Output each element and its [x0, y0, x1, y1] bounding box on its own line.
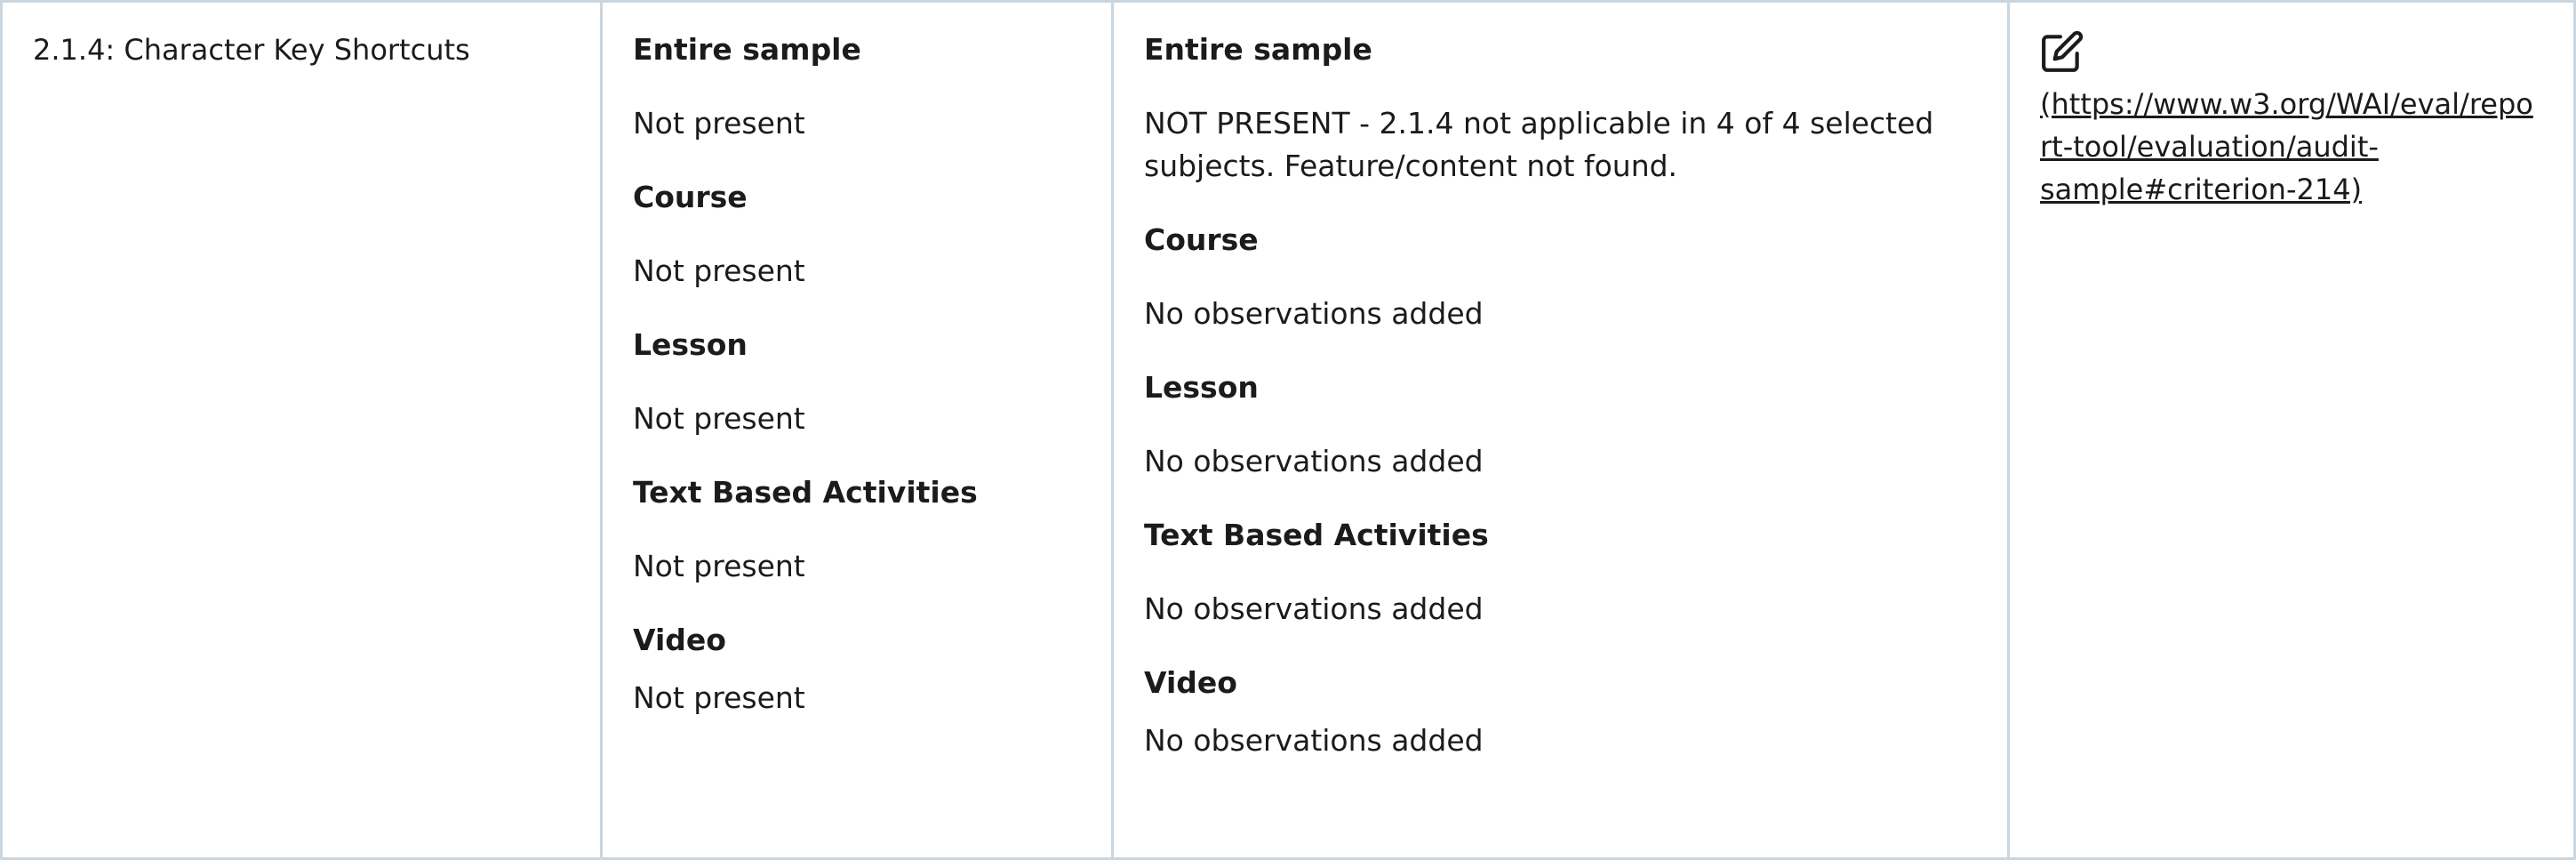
criterion-cell: 2.1.4: Character Key Shortcuts — [3, 3, 603, 857]
observation-title: Lesson — [1144, 370, 1259, 405]
result-group-course: Course Not present — [633, 177, 1081, 293]
result-title: Text Based Activities — [633, 475, 978, 510]
result-value: Not present — [633, 549, 805, 583]
result-title: Video — [633, 623, 726, 657]
observation-value: No observations added — [1144, 591, 1484, 626]
observation-group-lesson: Lesson No observations added — [1144, 367, 1977, 483]
result-group-video: Video Not present — [633, 620, 1081, 719]
observation-group-video: Video No observations added — [1144, 663, 1977, 762]
observation-value: No observations added — [1144, 444, 1484, 478]
audit-sample-link-text[interactable]: (https://www.w3.org/WAI/eval/report-tool… — [2040, 83, 2543, 211]
result-title: Course — [633, 180, 748, 214]
observation-title: Text Based Activities — [1144, 518, 1489, 552]
result-value: Not present — [633, 680, 805, 715]
observation-group-entire-sample: Entire sample NOT PRESENT - 2.1.4 not ap… — [1144, 29, 1977, 188]
criterion-row: 2.1.4: Character Key Shortcuts Entire sa… — [0, 0, 2576, 860]
observation-title: Entire sample — [1144, 32, 1372, 67]
result-title: Entire sample — [633, 32, 861, 67]
result-value: Not present — [633, 106, 805, 141]
observation-value: No observations added — [1144, 723, 1484, 758]
result-value: Not present — [633, 401, 805, 436]
observation-title: Course — [1144, 222, 1259, 257]
result-title: Lesson — [633, 327, 748, 362]
observation-group-text-based-activities: Text Based Activities No observations ad… — [1144, 515, 1977, 631]
criterion-label: 2.1.4: Character Key Shortcuts — [33, 33, 470, 67]
observations-cell: Entire sample NOT PRESENT - 2.1.4 not ap… — [1114, 3, 2010, 857]
edit-cell: (https://www.w3.org/WAI/eval/report-tool… — [2010, 3, 2573, 857]
observation-value: NOT PRESENT - 2.1.4 not applicable in 4 … — [1144, 106, 1934, 183]
result-group-text-based-activities: Text Based Activities Not present — [633, 472, 1081, 588]
observation-value: No observations added — [1144, 296, 1484, 331]
result-value: Not present — [633, 253, 805, 288]
result-group-lesson: Lesson Not present — [633, 325, 1081, 440]
edit-link[interactable]: (https://www.w3.org/WAI/eval/report-tool… — [2040, 29, 2543, 211]
result-group-entire-sample: Entire sample Not present — [633, 29, 1081, 145]
observation-group-course: Course No observations added — [1144, 220, 1977, 335]
results-cell: Entire sample Not present Course Not pre… — [603, 3, 1114, 857]
edit-icon[interactable] — [2040, 29, 2084, 74]
observation-title: Video — [1144, 665, 1237, 700]
